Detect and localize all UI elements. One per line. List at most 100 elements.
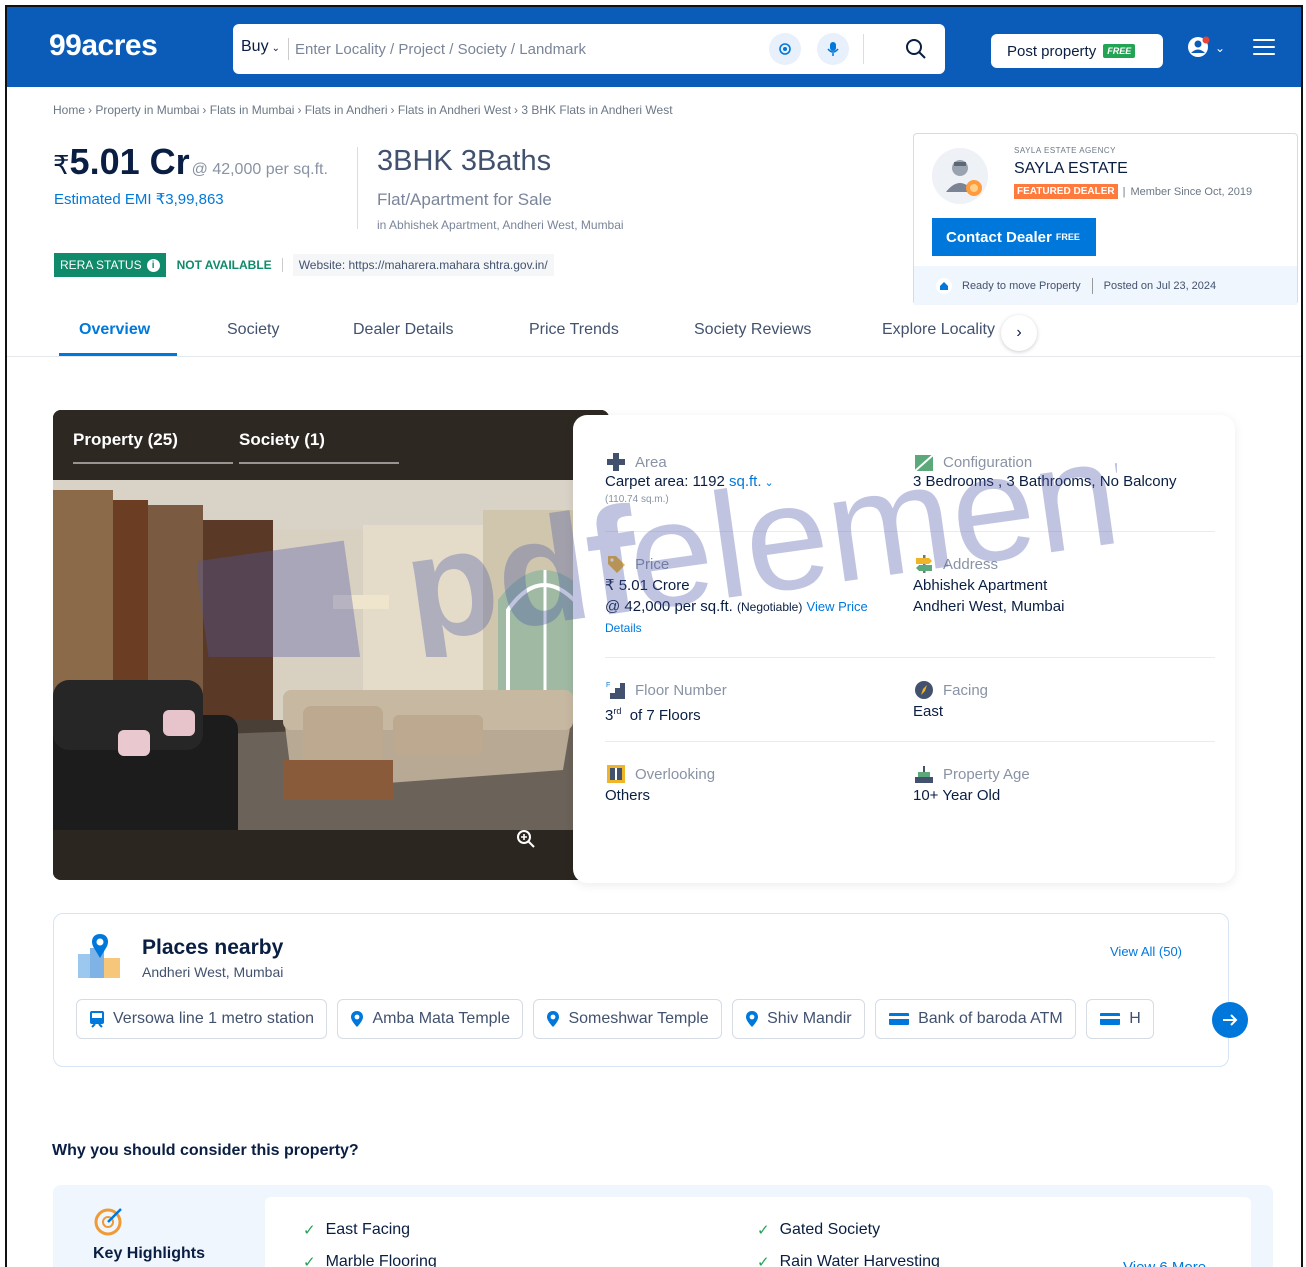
check-icon: ✓ (303, 1254, 316, 1267)
area-cell: Area Carpet area: 1192 sq.ft. ⌄ (110.74 … (605, 451, 774, 505)
floor-cell: F Floor Number 3rd of 7 Floors (605, 679, 727, 726)
rera-label: RERA STATUS (60, 258, 142, 272)
key-highlights-panel: Key Highlights ✓ East Facing ✓ Gated Socie… (53, 1185, 1273, 1267)
buy-label: Buy (241, 38, 269, 55)
rera-website: Website: https://maharera.mahara shtra.g… (292, 254, 554, 276)
place-chip[interactable]: Versowa line 1 metro station (76, 999, 327, 1039)
active-tab-indicator (59, 353, 177, 356)
contact-dealer-label: Contact Dealer (946, 228, 1052, 246)
location-target-icon[interactable] (769, 33, 801, 65)
floor-label: Floor Number (635, 681, 727, 699)
tab-society-photos[interactable]: Society (1) (239, 430, 325, 450)
atm-icon (889, 1013, 910, 1025)
post-property-button[interactable]: Post property FREE (991, 34, 1163, 68)
rera-status-badge[interactable]: RERA STATUS i (54, 253, 166, 277)
view-price-details-link[interactable]: View Price (807, 599, 868, 614)
microphone-icon[interactable] (817, 33, 849, 65)
breadcrumb-item[interactable]: Property in Mumbai (95, 103, 199, 117)
highlight-item: ✓ Gated Society (757, 1221, 880, 1239)
breadcrumb-item[interactable]: Flats in Mumbai (210, 103, 295, 117)
place-chip-label: Bank of baroda ATM (918, 1010, 1063, 1027)
address-cell: Address Abhishek Apartment Andheri West, … (913, 553, 1064, 617)
unit-dropdown[interactable]: sq.ft. (729, 473, 762, 490)
dealer-card: SAYLA ESTATE AGENCY SAYLA ESTATE FEATURE… (913, 133, 1298, 305)
tab-overview[interactable]: Overview (79, 321, 150, 339)
place-chip[interactable]: Shiv Mandir (732, 999, 865, 1039)
place-chip[interactable]: Bank of baroda ATM (875, 999, 1076, 1039)
address-line: Abhishek Apartment (913, 577, 1048, 594)
price-value: 5.01 Cr (69, 141, 190, 182)
floor-suffix: rd (613, 706, 622, 716)
area-label: Area (635, 453, 667, 471)
ready-status: Ready to move Property (962, 279, 1081, 292)
tab-society-reviews[interactable]: Society Reviews (694, 321, 811, 339)
svg-text:F: F (606, 682, 610, 689)
check-icon: ✓ (757, 1254, 770, 1267)
address-label: Address (943, 555, 999, 573)
price-sqft: @ 42,000 per sq.ft. (605, 598, 733, 615)
top-header: 99acres Buy⌄ Post property FREE ⌄ (7, 7, 1301, 87)
place-chip-label: Versowa line 1 metro station (113, 1010, 314, 1027)
user-menu[interactable]: ⌄ (1187, 33, 1231, 63)
pin-icon (746, 1011, 759, 1027)
property-details-card: Area Carpet area: 1192 sq.ft. ⌄ (110.74 … (573, 415, 1235, 883)
dealer-name[interactable]: SAYLA ESTATE (1014, 160, 1128, 178)
zoom-in-icon[interactable] (515, 828, 539, 852)
tab-dealer-details[interactable]: Dealer Details (353, 321, 453, 339)
address-line: Andheri West, Mumbai (913, 598, 1065, 615)
highlight-label: Marble Flooring (325, 1253, 437, 1267)
hamburger-menu-icon[interactable] (1253, 39, 1275, 60)
total-floors: of 7 Floors (629, 707, 701, 724)
pin-icon (547, 1011, 560, 1027)
search-icon[interactable] (901, 34, 931, 64)
check-icon: ✓ (757, 1222, 770, 1239)
floor-icon: F (606, 682, 625, 699)
places-chip-list: Versowa line 1 metro station Amba Mata T… (76, 999, 1226, 1041)
highlights-list: ✓ East Facing ✓ Gated Society ✓ Marble Floo… (265, 1197, 1251, 1267)
negotiable: (Negotiable) (736, 600, 803, 614)
free-badge: FREE (1055, 232, 1080, 242)
property-age-value: 10+ Year Old (913, 787, 1001, 804)
featured-dealer-badge: FEATURED DEALER (1014, 184, 1118, 199)
agency-caption: SAYLA ESTATE AGENCY (1014, 146, 1116, 155)
price-per-sqft: @ 42,000 per sq.ft. (191, 161, 328, 178)
compass-icon (915, 681, 933, 699)
price-block: ₹5.01 Cr @ 42,000 per sq.ft. (53, 141, 328, 183)
window-icon (607, 765, 625, 783)
place-chip-label: Someshwar Temple (568, 1010, 709, 1027)
view-all-link[interactable]: View All (50) (1110, 944, 1182, 959)
place-chip[interactable]: Someshwar Temple (533, 999, 722, 1039)
chevron-down-icon: ⌄ (1215, 41, 1226, 55)
view-more-link[interactable]: View 6 More → (1123, 1259, 1225, 1267)
breadcrumb-item[interactable]: Home (53, 103, 85, 117)
contact-dealer-button[interactable]: Contact Dealer FREE (932, 218, 1096, 256)
breadcrumb-item[interactable]: Flats in Andheri West (398, 103, 511, 117)
highlight-item: ✓ Marble Flooring (303, 1253, 437, 1267)
place-chip-label: Shiv Mandir (767, 1010, 852, 1027)
arrow-right-icon[interactable] (1212, 1002, 1248, 1038)
property-age-label: Property Age (943, 765, 1030, 783)
pin-icon (351, 1011, 364, 1027)
tab-society[interactable]: Society (227, 321, 279, 339)
rera-status: NOT AVAILABLE (177, 258, 283, 272)
configuration-value: 3 Bedrooms , 3 Bathrooms, No Balcony (913, 473, 1177, 490)
place-chip[interactable]: H (1086, 999, 1154, 1039)
site-logo[interactable]: 99acres (49, 29, 158, 63)
place-chip[interactable]: Amba Mata Temple (337, 999, 523, 1039)
tab-property-photos[interactable]: Property (25) (73, 430, 178, 450)
divider (357, 147, 358, 229)
breadcrumb-item[interactable]: Flats in Andheri (305, 103, 388, 117)
tab-explore-locality[interactable]: Explore Locality (882, 321, 995, 339)
city-pin-icon (78, 934, 120, 978)
emi-link[interactable]: Estimated EMI ₹3,99,863 (54, 190, 224, 208)
tab-price-trends[interactable]: Price Trends (529, 321, 619, 339)
configuration-icon (914, 454, 934, 472)
search-divider (863, 34, 864, 64)
overlooking-label: Overlooking (635, 765, 716, 783)
photo-gallery[interactable]: Property (25) Society (1) (53, 410, 609, 880)
breadcrumb-item: 3 BHK Flats in Andheri West (521, 103, 673, 117)
search-input[interactable] (295, 34, 755, 64)
view-price-details-link[interactable]: Details (605, 618, 868, 639)
chevron-right-icon[interactable]: › (1001, 315, 1037, 351)
buy-dropdown[interactable]: Buy ⌄ (241, 38, 289, 60)
